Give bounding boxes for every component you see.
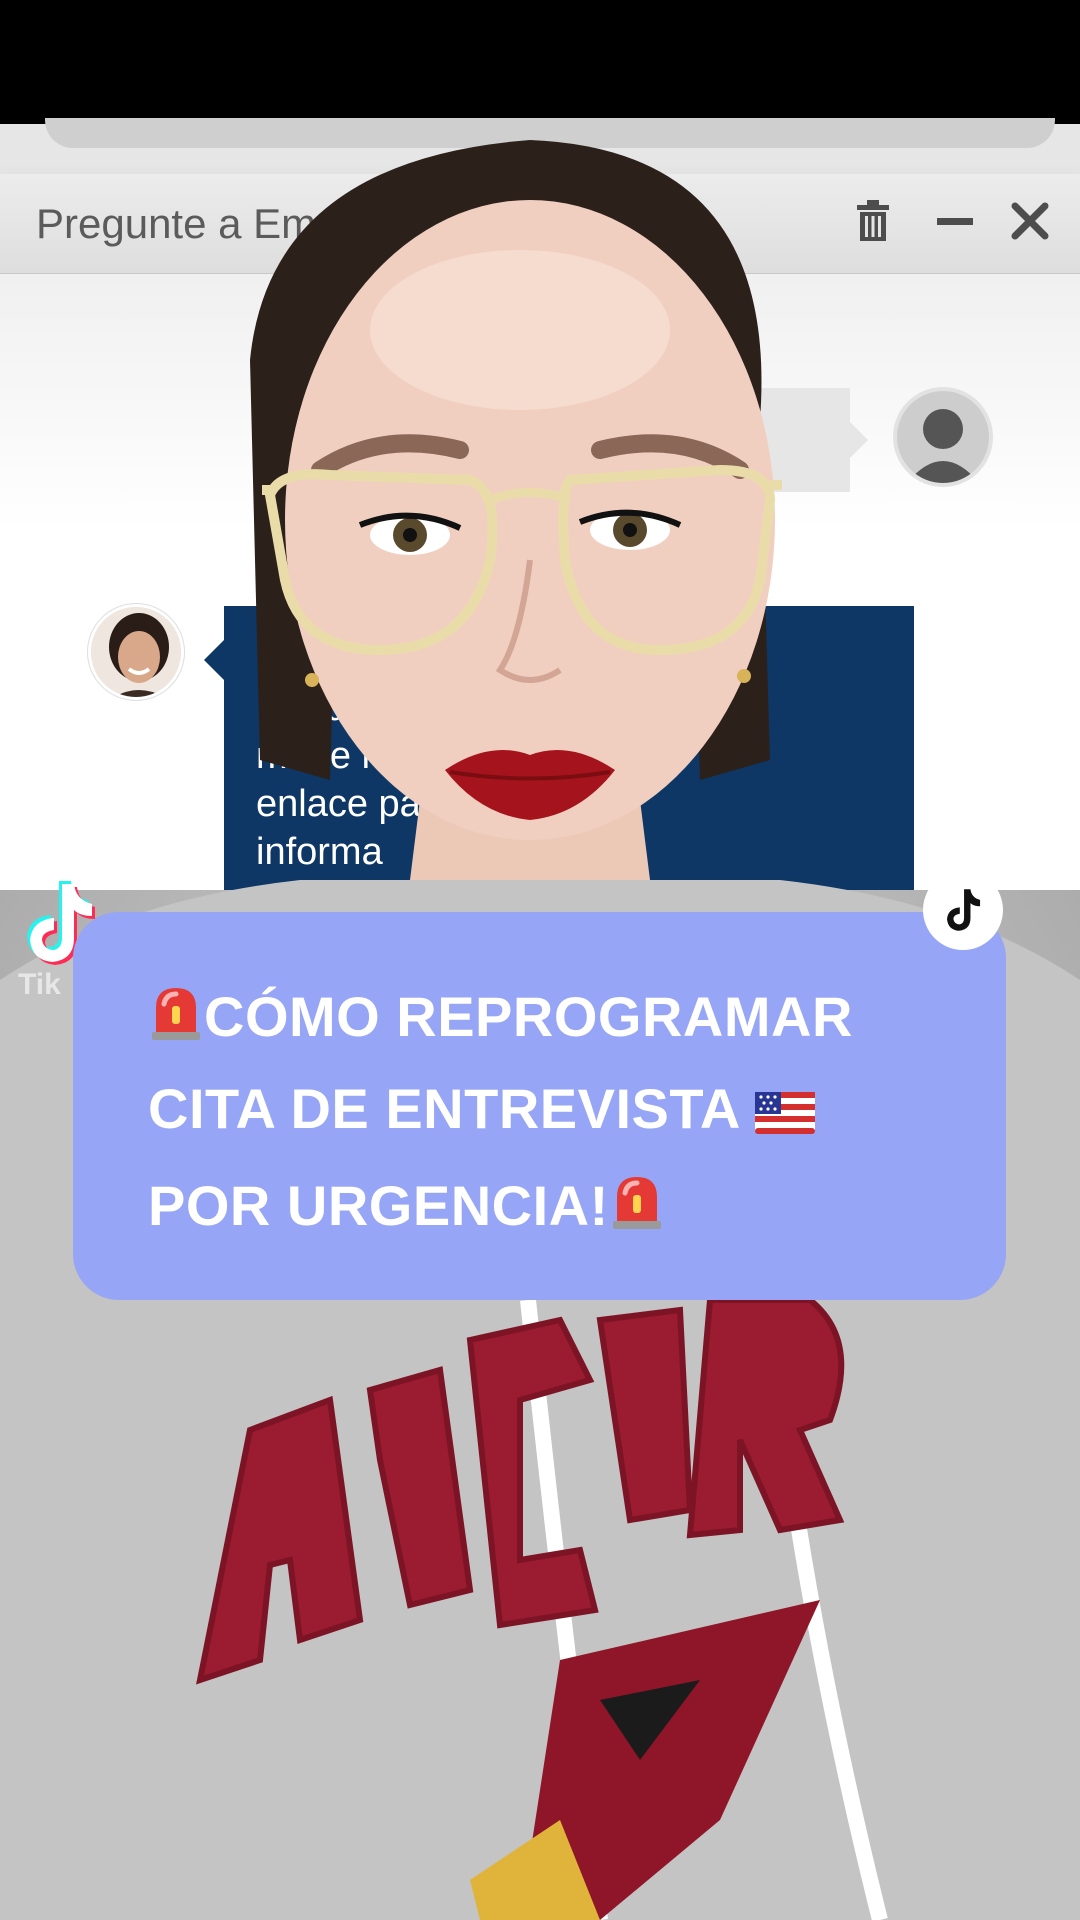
caption-line-3-text: POR URGENCIA! (148, 1174, 609, 1237)
caption-line-2: CITA DE ENTREVISTA (148, 1076, 1008, 1141)
caption-line-1-text: CÓMO REPROGRAMAR (204, 985, 853, 1048)
us-flag-emoji (754, 1092, 815, 1134)
tiktok-watermark-text: Tik (18, 968, 61, 1001)
rotating-light-emoji (152, 988, 200, 1040)
rotating-light-emoji (612, 1177, 661, 1229)
tiktok-note-icon[interactable] (923, 870, 1003, 950)
video-frame: Pregunte a Em ente (0, 0, 1080, 1920)
caption-line-3: POR URGENCIA! (148, 1171, 1008, 1238)
caption-line-1: CÓMO REPROGRAMAR (148, 982, 1008, 1049)
caption-line-2-text: CITA DE ENTREVISTA (148, 1077, 739, 1140)
